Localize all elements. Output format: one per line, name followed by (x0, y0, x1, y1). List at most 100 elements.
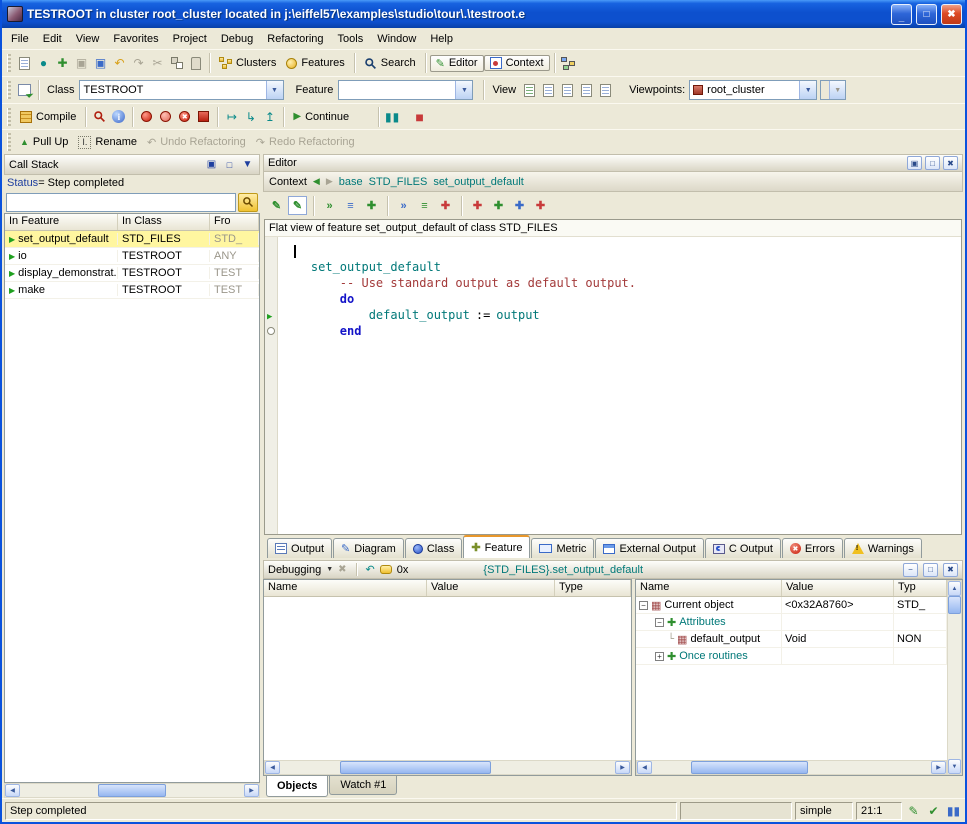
titlebar[interactable]: TESTROOT in cluster root_cluster located… (2, 0, 965, 28)
maximize-panel-icon[interactable]: □ (923, 563, 938, 577)
call-stack-header[interactable]: Call Stack ▣ □ ▼ (4, 154, 260, 175)
objects-vscrollbar[interactable]: ▲ ▼ (947, 580, 962, 775)
open-file-icon[interactable]: ● (34, 54, 53, 73)
info-icon[interactable]: i (109, 107, 128, 126)
call-stack-row[interactable]: ▶display_demonstrat... TESTROOT TEST (5, 265, 259, 282)
object-tree-row[interactable]: └▦default_output Void NON (636, 631, 947, 648)
menu-window[interactable]: Window (370, 30, 423, 48)
drop-stack-icon[interactable]: ▼ (240, 155, 255, 174)
tab-diagram[interactable]: ✎Diagram (333, 538, 404, 558)
editor-toggle-button[interactable]: ✎ Editor (430, 55, 484, 72)
objects-hscrollbar[interactable]: ◀ ▶ (636, 760, 947, 775)
call-stack-search-button[interactable] (238, 193, 258, 212)
tab-class[interactable]: Class (405, 538, 463, 558)
pause-icon[interactable]: ▮▮ (383, 107, 402, 126)
view-interface-icon[interactable] (596, 81, 615, 100)
redo-refactoring-button[interactable]: ↷ Redo Refactoring (251, 134, 360, 151)
open-in-new-window-icon[interactable] (15, 81, 34, 100)
step-into-icon[interactable]: ↳ (241, 107, 260, 126)
close-panel-icon[interactable]: ✖ (943, 156, 958, 170)
menu-refactoring[interactable]: Refactoring (260, 30, 330, 48)
view-contract-icon[interactable] (577, 81, 596, 100)
scroll-thumb[interactable] (948, 596, 961, 614)
call-stack-filter-input[interactable] (6, 193, 236, 212)
paste-icon[interactable] (186, 54, 205, 73)
menu-tools[interactable]: Tools (331, 30, 371, 48)
stop-icon[interactable]: ■ (410, 107, 429, 126)
object-tree-row[interactable]: −▦Current object <0x32A8760> STD_ (636, 597, 947, 614)
new-document-icon[interactable] (15, 54, 34, 73)
menu-view[interactable]: View (69, 30, 107, 48)
column-header[interactable]: In Feature (5, 214, 118, 230)
column-header[interactable]: Value (782, 580, 894, 596)
tab-warnings[interactable]: !Warnings (844, 538, 922, 558)
disable-breakpoints-icon[interactable] (156, 107, 175, 126)
menu-favorites[interactable]: Favorites (106, 30, 165, 48)
ancestors-icon[interactable]: » (394, 196, 413, 215)
tab-c-output[interactable]: C Output (705, 538, 781, 558)
descendants-icon[interactable]: ≡ (415, 196, 434, 215)
breadcrumb-feature[interactable]: set_output_default (433, 176, 524, 188)
scroll-left-icon[interactable]: ◀ (637, 761, 652, 774)
view-clickable-icon[interactable] (539, 81, 558, 100)
collapse-icon[interactable]: − (639, 601, 648, 610)
column-header[interactable]: Typ (894, 580, 947, 596)
scroll-down-icon[interactable]: ▼ (948, 759, 961, 774)
view-flat-icon[interactable] (558, 81, 577, 100)
toolbar-grip[interactable] (7, 81, 11, 99)
scroll-thumb[interactable] (691, 761, 808, 774)
add-item-icon[interactable]: ✚ (53, 54, 72, 73)
column-header[interactable]: Name (636, 580, 782, 596)
close-button[interactable]: ✖ (941, 4, 962, 25)
scroll-right-icon[interactable]: ▶ (615, 761, 630, 774)
breakpoint-slot-icon[interactable] (267, 327, 275, 335)
redo-icon[interactable]: ↷ (129, 54, 148, 73)
breakpoint-gutter[interactable] (265, 237, 278, 534)
editor-header[interactable]: Editor ▣ □ ✖ (263, 154, 963, 172)
step-by-step-icon[interactable]: ↦ (222, 107, 241, 126)
collapse-icon[interactable]: − (655, 618, 664, 627)
features-button[interactable]: Features (281, 55, 349, 71)
menu-help[interactable]: Help (423, 30, 460, 48)
inheritance-tree-icon[interactable]: ✚ (468, 196, 487, 215)
context-toggle-button[interactable]: Context (484, 55, 550, 71)
tab-output[interactable]: Output (267, 538, 332, 558)
toolbar-grip[interactable] (7, 108, 11, 126)
column-header[interactable]: Fro (210, 214, 259, 230)
ignore-breakpoints-icon[interactable] (194, 107, 213, 126)
tab-watch-1[interactable]: Watch #1 (329, 776, 397, 795)
call-stack-hscrollbar[interactable]: ◀ ▶ (4, 783, 260, 798)
undo-icon[interactable]: ↶ (110, 54, 129, 73)
breadcrumb-cluster[interactable]: base (339, 176, 363, 188)
diagram-tool-icon[interactable] (559, 54, 578, 73)
minimize-button[interactable]: _ (891, 4, 912, 25)
undock-panel-icon[interactable]: ▣ (907, 156, 922, 170)
maximize-panel-icon[interactable]: □ (222, 155, 237, 174)
column-header[interactable]: In Class (118, 214, 210, 230)
call-stack-row[interactable]: ▶set_output_default STD_FILES STD_ (5, 231, 259, 248)
column-header[interactable]: Value (427, 580, 555, 596)
remove-breakpoints-icon[interactable]: ✖ (175, 107, 194, 126)
pull-up-button[interactable]: ▲ Pull Up (15, 134, 73, 150)
scroll-left-icon[interactable]: ◀ (5, 784, 20, 797)
save-call-stack-icon[interactable]: ▣ (204, 155, 219, 174)
rename-button[interactable]: I. Rename (73, 134, 142, 151)
feature-combobox[interactable]: ▼ (338, 80, 473, 100)
continue-button[interactable]: ▶ Continue (288, 109, 354, 125)
save-icon[interactable]: ▣ (72, 54, 91, 73)
suppliers-icon[interactable]: ✚ (436, 196, 455, 215)
toolbar-grip[interactable] (7, 133, 11, 151)
viewpoint-combobox[interactable]: root_cluster ▼ (689, 80, 817, 100)
feature-dropdown-icon[interactable]: ▼ (455, 81, 472, 99)
locals-hscrollbar[interactable]: ◀ ▶ (264, 760, 631, 775)
edit-class-icon[interactable]: ✎ (288, 196, 307, 215)
step-out-icon[interactable]: ↥ (260, 107, 279, 126)
clients-tree-icon[interactable]: ✚ (489, 196, 508, 215)
object-tree-row[interactable]: −✚Attributes (636, 614, 947, 631)
breadcrumb-class[interactable]: STD_FILES (369, 176, 428, 188)
scroll-right-icon[interactable]: ▶ (244, 784, 259, 797)
class-combobox[interactable]: TESTROOT ▼ (79, 80, 284, 100)
scroll-thumb[interactable] (340, 761, 491, 774)
callees-icon[interactable]: ≡ (341, 196, 360, 215)
viewpoint-extra-combobox[interactable]: ▼ (820, 80, 846, 100)
